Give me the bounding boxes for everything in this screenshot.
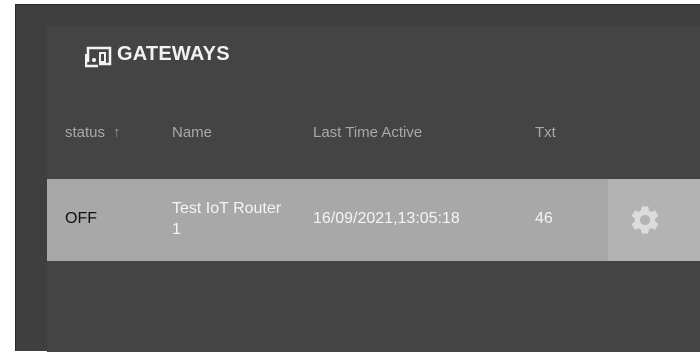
row-status: OFF — [65, 210, 97, 227]
gateway-router-icon — [84, 44, 113, 68]
row-settings-button[interactable] — [608, 179, 700, 261]
column-header-name[interactable]: Name — [172, 124, 212, 141]
table-empty-area — [47, 261, 700, 352]
table-row[interactable]: OFF Test IoT Router 1 16/09/2021,13:05:1… — [47, 179, 700, 261]
row-last-active: 16/09/2021,13:05:18 — [313, 210, 460, 227]
column-label-status: status — [65, 124, 106, 141]
row-name: Test IoT Router 1 — [172, 200, 282, 238]
column-header-last-time-active[interactable]: Last Time Active — [313, 124, 422, 141]
column-header-txt[interactable]: Txt — [535, 124, 556, 141]
column-header-status[interactable]: status ↑ — [65, 124, 121, 141]
panel-header: GATEWAYS — [47, 25, 700, 92]
gateways-panel: GATEWAYS status ↑ Name Last Time Active T… — [47, 25, 700, 352]
gear-icon[interactable] — [628, 203, 662, 237]
panel-title: GATEWAYS — [117, 43, 230, 65]
app-frame: GATEWAYS status ↑ Name Last Time Active T… — [15, 4, 700, 352]
table-header: status ↑ Name Last Time Active Txt — [47, 92, 700, 179]
row-txt: 46 — [535, 210, 553, 227]
sort-ascending-icon[interactable]: ↑ — [113, 124, 121, 141]
